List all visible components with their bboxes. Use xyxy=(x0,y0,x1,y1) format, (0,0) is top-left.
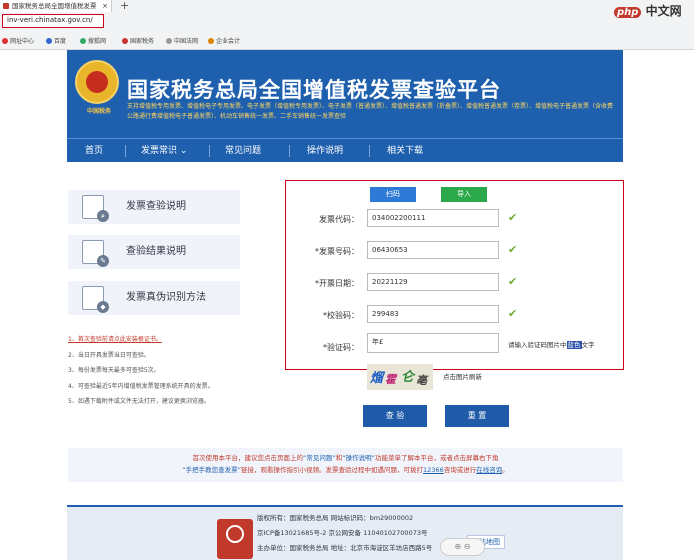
bookmark-item[interactable]: 国家税务 xyxy=(122,36,154,48)
online-consult-link[interactable]: 在线咨询 xyxy=(476,466,502,474)
sidebar-item-label: 发票查验说明 xyxy=(126,201,186,212)
reset-button[interactable]: 重 置 xyxy=(445,405,509,427)
bookmark-item[interactable]: 搜狐网 xyxy=(80,36,106,48)
sidebar-item-verify-guide[interactable]: ⌕ 发票查验说明 xyxy=(68,190,240,224)
nav-invoice-knowledge[interactable]: 发票常识 ⌄ xyxy=(141,139,187,163)
captcha-image[interactable]: 熘 霍 仑 亳 xyxy=(367,364,433,390)
nav-faq[interactable]: 常见问题 xyxy=(225,139,261,163)
chevron-down-icon: ⌄ xyxy=(179,146,188,156)
captcha-input[interactable]: 年£ xyxy=(367,333,499,353)
tab-favicon-icon xyxy=(3,3,9,9)
instructions-link[interactable]: “操作说明” xyxy=(342,454,375,462)
invoice-date-label: *开票日期： xyxy=(315,279,359,288)
sidebar-item-label: 查验结果说明 xyxy=(126,246,186,257)
nav-instructions[interactable]: 操作说明 xyxy=(307,139,343,163)
browser-tab[interactable]: 国家税务总局全国增值税发票 × xyxy=(0,0,112,12)
site-banner: 中国税务 国家税务总局全国增值税发票查验平台 支持增值税专用发票、增值税电子专用… xyxy=(67,50,623,138)
bookmark-icon xyxy=(46,38,52,44)
document-edit-icon: ✎ xyxy=(82,240,109,267)
check-icon: ✔ xyxy=(508,243,518,256)
footer-address: 主办单位：国家税务总局 地址：北京市海淀区羊坊店西路5号 xyxy=(257,544,433,552)
sidebar-item-authenticity[interactable]: ◆ 发票真伪识别方法 xyxy=(68,281,240,315)
footer-copyright: 版权所有：国家税务总局 网站标识码：bm29000002 xyxy=(257,514,414,522)
document-search-icon: ⌕ xyxy=(82,195,109,222)
invoice-date-input[interactable]: 20221129 xyxy=(367,273,499,291)
bookmark-icon xyxy=(2,38,8,44)
emblem-caption: 中国税务 xyxy=(86,108,111,115)
check-code-input[interactable]: 299483 xyxy=(367,305,499,323)
tax-logo-icon xyxy=(217,519,253,559)
document-shield-icon: ◆ xyxy=(82,286,109,313)
bookmark-icon xyxy=(208,38,214,44)
bookmark-icon xyxy=(122,38,128,44)
list-item: 4、可查验最近5年内增值税发票管理系统开具的发票。 xyxy=(68,382,214,390)
tab-title: 国家税务总局全国增值税发票 xyxy=(12,2,97,10)
tax-emblem-icon: 中国税务 xyxy=(75,60,119,115)
watermark-text: 中文网 xyxy=(645,4,682,18)
watermark-logo: php 中文网 xyxy=(614,2,682,18)
watermark-brand: php xyxy=(614,7,642,18)
list-item: 3、每份发票每天最多可查验5次。 xyxy=(68,367,160,374)
bookmark-item[interactable]: 网址中心 xyxy=(2,36,34,48)
check-code-label: *校验码： xyxy=(323,311,359,320)
hotline-number: 12366 xyxy=(423,466,444,474)
bookmark-item[interactable]: 中国法网 xyxy=(166,36,198,48)
invoice-code-label: 发票代码： xyxy=(319,215,359,224)
import-button[interactable]: 导入 xyxy=(441,187,487,202)
usage-notice: 首次使用本平台，建议您点击页面上的“常见问题”和“操作说明”功能菜单了解本平台，… xyxy=(68,448,623,482)
check-icon: ✔ xyxy=(508,211,518,224)
list-item: 5、如遇下载附件或文件无法打开，建议更换浏览器。 xyxy=(68,398,210,405)
bookmarks-bar: 网址中心 百度 搜狐网 国家税务 中国法网 企业会计 xyxy=(0,36,694,48)
new-tab-button[interactable]: + xyxy=(120,0,129,12)
bookmark-icon xyxy=(80,38,86,44)
address-bar[interactable]: inv-veri.chinatax.gov.cn/ xyxy=(2,14,104,28)
instructions-list: 1、首次查验前请点此安装根证书。 2、当日开具发票当日可查验。 3、每份发票每天… xyxy=(68,332,288,410)
install-cert-link[interactable]: 1、首次查验前请点此安装根证书。 xyxy=(68,332,288,348)
captcha-refresh-link[interactable]: 点击图片刷新 xyxy=(443,371,482,381)
list-item: 2、当日开具发票当日可查验。 xyxy=(68,351,150,359)
nav-downloads[interactable]: 相关下载 xyxy=(387,139,423,163)
scan-button[interactable]: 扫码 xyxy=(370,187,416,202)
nav-home[interactable]: 首页 xyxy=(85,139,103,163)
bookmark-item[interactable]: 企业会计 xyxy=(208,36,240,48)
tab-close-icon[interactable]: × xyxy=(102,0,108,12)
site-footer: 版权所有：国家税务总局 网站标识码：bm29000002 京ICP备130216… xyxy=(67,505,623,560)
page-title: 国家税务总局全国增值税发票查验平台 xyxy=(127,78,501,102)
zoom-control[interactable]: ⊕ ⊖ xyxy=(440,538,485,556)
bookmark-icon xyxy=(166,38,172,44)
browser-chrome: 国家税务总局全国增值税发票 × + inv-veri.chinatax.gov.… xyxy=(0,0,694,50)
verify-button[interactable]: 查 验 xyxy=(363,405,427,427)
sidebar-item-label: 发票真伪识别方法 xyxy=(126,292,206,303)
faq-link[interactable]: “常见问题” xyxy=(303,454,336,462)
footer-icp: 京ICP备13021685号-2 京公网安备 11040102700073号 xyxy=(257,529,428,537)
invoice-code-input[interactable]: 034002200111 xyxy=(367,209,499,227)
invoice-number-input[interactable]: 06430653 xyxy=(367,241,499,259)
captcha-color-word: 蓝色 xyxy=(566,341,582,349)
sidebar-item-result-guide[interactable]: ✎ 查验结果说明 xyxy=(68,235,240,269)
tutorial-video-link[interactable]: “手把手教您查发票” xyxy=(182,466,241,474)
check-icon: ✔ xyxy=(508,275,518,288)
bookmark-item[interactable]: 百度 xyxy=(46,36,66,48)
page-subtitle: 支持增值税专用发票、增值税电子专用发票、电子发票（增值税专用发票）、电子发票（普… xyxy=(127,103,614,120)
captcha-hint: 请输入验证码图片中蓝色文字 xyxy=(508,341,595,349)
check-icon: ✔ xyxy=(508,307,518,320)
invoice-number-label: *发票号码： xyxy=(315,247,359,256)
main-nav: 首页 发票常识 ⌄ 常见问题 操作说明 相关下载 xyxy=(67,138,623,162)
captcha-label: *验证码： xyxy=(323,343,359,352)
